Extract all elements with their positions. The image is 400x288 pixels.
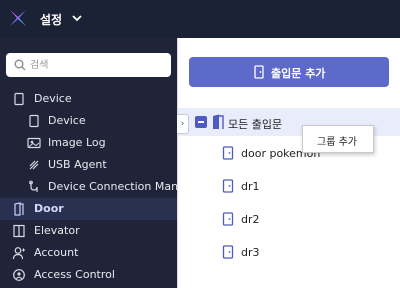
door-group-icon	[213, 114, 224, 129]
sidebar-item-label: Access Control	[34, 268, 115, 281]
tree-item-label: dr2	[241, 213, 260, 226]
door-icon	[254, 65, 264, 79]
device-icon	[29, 114, 39, 128]
sidebar-item-elevator[interactable]: Elevator	[0, 220, 177, 242]
door-icon	[222, 245, 234, 259]
tree-item-door[interactable]: dr2	[178, 208, 400, 232]
image-log-icon	[27, 137, 41, 149]
sidebar-item-device[interactable]: Device	[0, 110, 177, 132]
search-input[interactable]	[30, 56, 166, 74]
chevron-down-icon[interactable]	[71, 12, 83, 24]
sidebar-item-device-group[interactable]: Device	[0, 88, 177, 110]
app-logo-icon	[10, 10, 26, 26]
access-control-icon	[13, 269, 25, 281]
sidebar-item-label: Image Log	[48, 136, 106, 149]
sidebar-item-image-log[interactable]: Image Log	[0, 132, 177, 154]
sidebar-item-label: Device	[34, 92, 72, 105]
tree-item-door[interactable]: dr1	[178, 175, 400, 199]
door-panel: 출입문 추가 › 모든 출입문 door pokemon dr1 dr2 dr3	[177, 38, 400, 288]
sidebar: Device Device Image Log USB Agent Device…	[0, 38, 177, 288]
door-icon	[14, 202, 24, 216]
sidebar-item-label: Door	[34, 202, 64, 215]
sidebar-item-label: Elevator	[34, 224, 80, 237]
sidebar-item-label: Device Connection Man	[48, 180, 177, 193]
sidebar-item-label: USB Agent	[48, 158, 107, 171]
sidebar-item-account[interactable]: Account	[0, 242, 177, 264]
sidebar-collapse-handle[interactable]: ›	[177, 114, 189, 134]
sidebar-item-device-connection[interactable]: Device Connection Man	[0, 176, 177, 198]
search-box[interactable]	[6, 53, 171, 77]
search-icon	[14, 59, 26, 71]
sidebar-item-usb-agent[interactable]: USB Agent	[0, 154, 177, 176]
account-icon	[12, 247, 25, 260]
sidebar-item-door[interactable]: Door	[0, 198, 177, 220]
add-door-button-label: 출입문 추가	[271, 67, 326, 80]
context-menu-add-group[interactable]: 그룹 추가	[302, 125, 374, 153]
tree-root-label: 모든 출입문	[228, 118, 283, 131]
device-icon	[14, 92, 24, 106]
door-icon	[222, 179, 234, 193]
sidebar-item-label: Account	[34, 246, 79, 259]
connection-icon	[29, 180, 38, 192]
tree-item-label: dr1	[241, 180, 260, 193]
door-icon	[222, 146, 234, 160]
elevator-icon	[13, 224, 25, 238]
collapse-minus-icon[interactable]	[195, 116, 207, 128]
tree-item-door[interactable]: dr3	[178, 241, 400, 265]
sidebar-item-label: Device	[48, 114, 86, 127]
app-title[interactable]: 설정	[40, 11, 62, 28]
sidebar-item-access-control[interactable]: Access Control	[0, 264, 177, 286]
door-icon	[222, 212, 234, 226]
tree-item-label: dr3	[241, 246, 260, 259]
context-menu-item-label: 그룹 추가	[317, 137, 357, 148]
usb-agent-icon	[29, 160, 39, 170]
top-bar: 설정	[0, 0, 400, 38]
add-door-button[interactable]: 출입문 추가	[189, 57, 389, 87]
